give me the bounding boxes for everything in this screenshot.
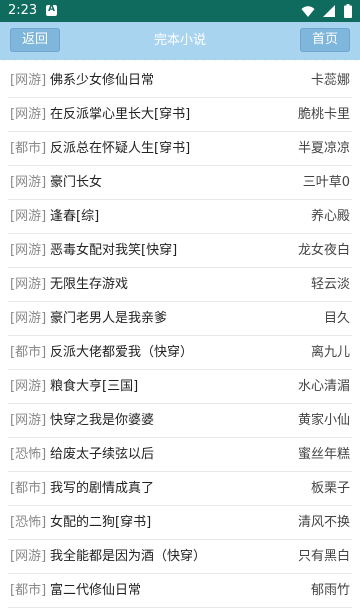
book-category: [都市] xyxy=(10,141,47,156)
notification-a-icon xyxy=(46,4,57,16)
book-list: [网游] 佛系少女修仙日常 卡蕊娜 [网游] 在反派掌心里长大[穿书] 脆桃卡里 [都市] 反… xyxy=(0,64,360,608)
book-author: 卡蕊娜 xyxy=(310,73,350,88)
book-title[interactable]: 女配的二狗[穿书] xyxy=(50,506,151,539)
book-author: 离九儿 xyxy=(310,345,350,360)
book-author: 清风不换 xyxy=(297,515,350,530)
app-header: 完本小说 返回 首页 xyxy=(0,22,360,60)
book-list-item[interactable]: [网游] 佛系少女修仙日常 卡蕊娜 xyxy=(8,64,352,98)
book-category: [网游] xyxy=(10,413,47,428)
book-author: 养心殿 xyxy=(310,209,350,224)
book-category: [都市] xyxy=(10,345,47,360)
book-list-item[interactable]: [网游] 粮食大亨[三国] 水心清湄 xyxy=(8,370,352,404)
book-author: 轻云淡 xyxy=(310,277,350,292)
book-category: [网游] xyxy=(10,175,47,190)
wifi-icon xyxy=(301,6,315,17)
header-scallop-border xyxy=(0,56,360,64)
status-icons xyxy=(298,4,352,18)
book-title[interactable]: 豪门老男人是我亲爹 xyxy=(50,302,167,335)
book-list-item[interactable]: [都市] 反派总在怀疑人生[穿书] 半夏凉凉 xyxy=(8,132,352,166)
book-author: 水心清湄 xyxy=(297,379,350,394)
home-button[interactable]: 首页 xyxy=(300,28,350,52)
book-title[interactable]: 快穿之我是你婆婆 xyxy=(50,404,154,437)
book-author: 目久 xyxy=(323,311,350,326)
book-title[interactable]: 我全能都是因为酒（快穿） xyxy=(50,540,206,573)
book-category: [恐怖] xyxy=(10,447,47,462)
book-category: [网游] xyxy=(10,107,47,122)
book-category: [网游] xyxy=(10,379,47,394)
book-title[interactable]: 反派总在怀疑人生[穿书] xyxy=(50,132,190,165)
book-category: [恐怖] xyxy=(10,515,47,530)
book-title[interactable]: 反派大佬都爱我（快穿） xyxy=(50,336,193,369)
book-title[interactable]: 粮食大亨[三国] xyxy=(50,370,138,403)
book-list-item[interactable]: [网游] 在反派掌心里长大[穿书] 脆桃卡里 xyxy=(8,98,352,132)
book-title[interactable]: 我写的剧情成真了 xyxy=(50,472,154,505)
book-category: [网游] xyxy=(10,209,47,224)
book-list-item[interactable]: [网游] 无限生存游戏 轻云淡 xyxy=(8,268,352,302)
book-list-item[interactable]: [网游] 快穿之我是你婆婆 黄家小仙 xyxy=(8,404,352,438)
book-title[interactable]: 无限生存游戏 xyxy=(50,268,128,301)
book-title[interactable]: 富二代修仙日常 xyxy=(50,574,141,607)
book-author: 蜜丝年糕 xyxy=(297,447,350,462)
book-list-item[interactable]: [网游] 我全能都是因为酒（快穿） 只有黑白 xyxy=(8,540,352,574)
book-author: 脆桃卡里 xyxy=(297,107,350,122)
book-list-item[interactable]: [都市] 反派大佬都爱我（快穿） 离九儿 xyxy=(8,336,352,370)
book-author: 三叶草0 xyxy=(302,175,350,190)
book-title[interactable]: 逢春[综] xyxy=(50,200,99,233)
book-category: [网游] xyxy=(10,311,47,326)
book-category: [都市] xyxy=(10,481,47,496)
book-author: 黄家小仙 xyxy=(297,413,350,428)
book-category: [网游] xyxy=(10,277,47,292)
book-category: [都市] xyxy=(10,583,47,598)
book-author: 郁雨竹 xyxy=(310,583,350,598)
book-author: 板栗子 xyxy=(310,481,350,496)
status-bar: 2:23 xyxy=(0,0,360,22)
book-list-item[interactable]: [恐怖] 女配的二狗[穿书] 清风不换 xyxy=(8,506,352,540)
signal-icon xyxy=(322,5,335,17)
back-button[interactable]: 返回 xyxy=(10,28,60,52)
book-list-item[interactable]: [网游] 逢春[综] 养心殿 xyxy=(8,200,352,234)
book-title[interactable]: 佛系少女修仙日常 xyxy=(50,64,154,97)
book-author: 龙女夜白 xyxy=(297,243,350,258)
book-category: [网游] xyxy=(10,243,47,258)
book-title[interactable]: 豪门长女 xyxy=(50,166,102,199)
book-list-item[interactable]: [网游] 恶毒女配对我笑[快穿] 龙女夜白 xyxy=(8,234,352,268)
book-list-item[interactable]: [都市] 我写的剧情成真了 板栗子 xyxy=(8,472,352,506)
book-title[interactable]: 恶毒女配对我笑[快穿] xyxy=(50,234,177,267)
book-author: 只有黑白 xyxy=(297,549,350,564)
book-list-item[interactable]: [恐怖] 给废太子续弦以后 蜜丝年糕 xyxy=(8,438,352,472)
book-title[interactable]: 在反派掌心里长大[穿书] xyxy=(50,98,190,131)
book-list-item[interactable]: [网游] 豪门老男人是我亲爹 目久 xyxy=(8,302,352,336)
book-category: [网游] xyxy=(10,549,47,564)
battery-icon xyxy=(344,4,352,18)
book-title[interactable]: 给废太子续弦以后 xyxy=(50,438,154,471)
book-list-item[interactable]: [网游] 豪门长女 三叶草0 xyxy=(8,166,352,200)
status-time: 2:23 xyxy=(8,3,38,18)
book-list-item[interactable]: [都市] 富二代修仙日常 郁雨竹 xyxy=(8,574,352,608)
book-author: 半夏凉凉 xyxy=(297,141,350,156)
book-category: [网游] xyxy=(10,73,47,88)
